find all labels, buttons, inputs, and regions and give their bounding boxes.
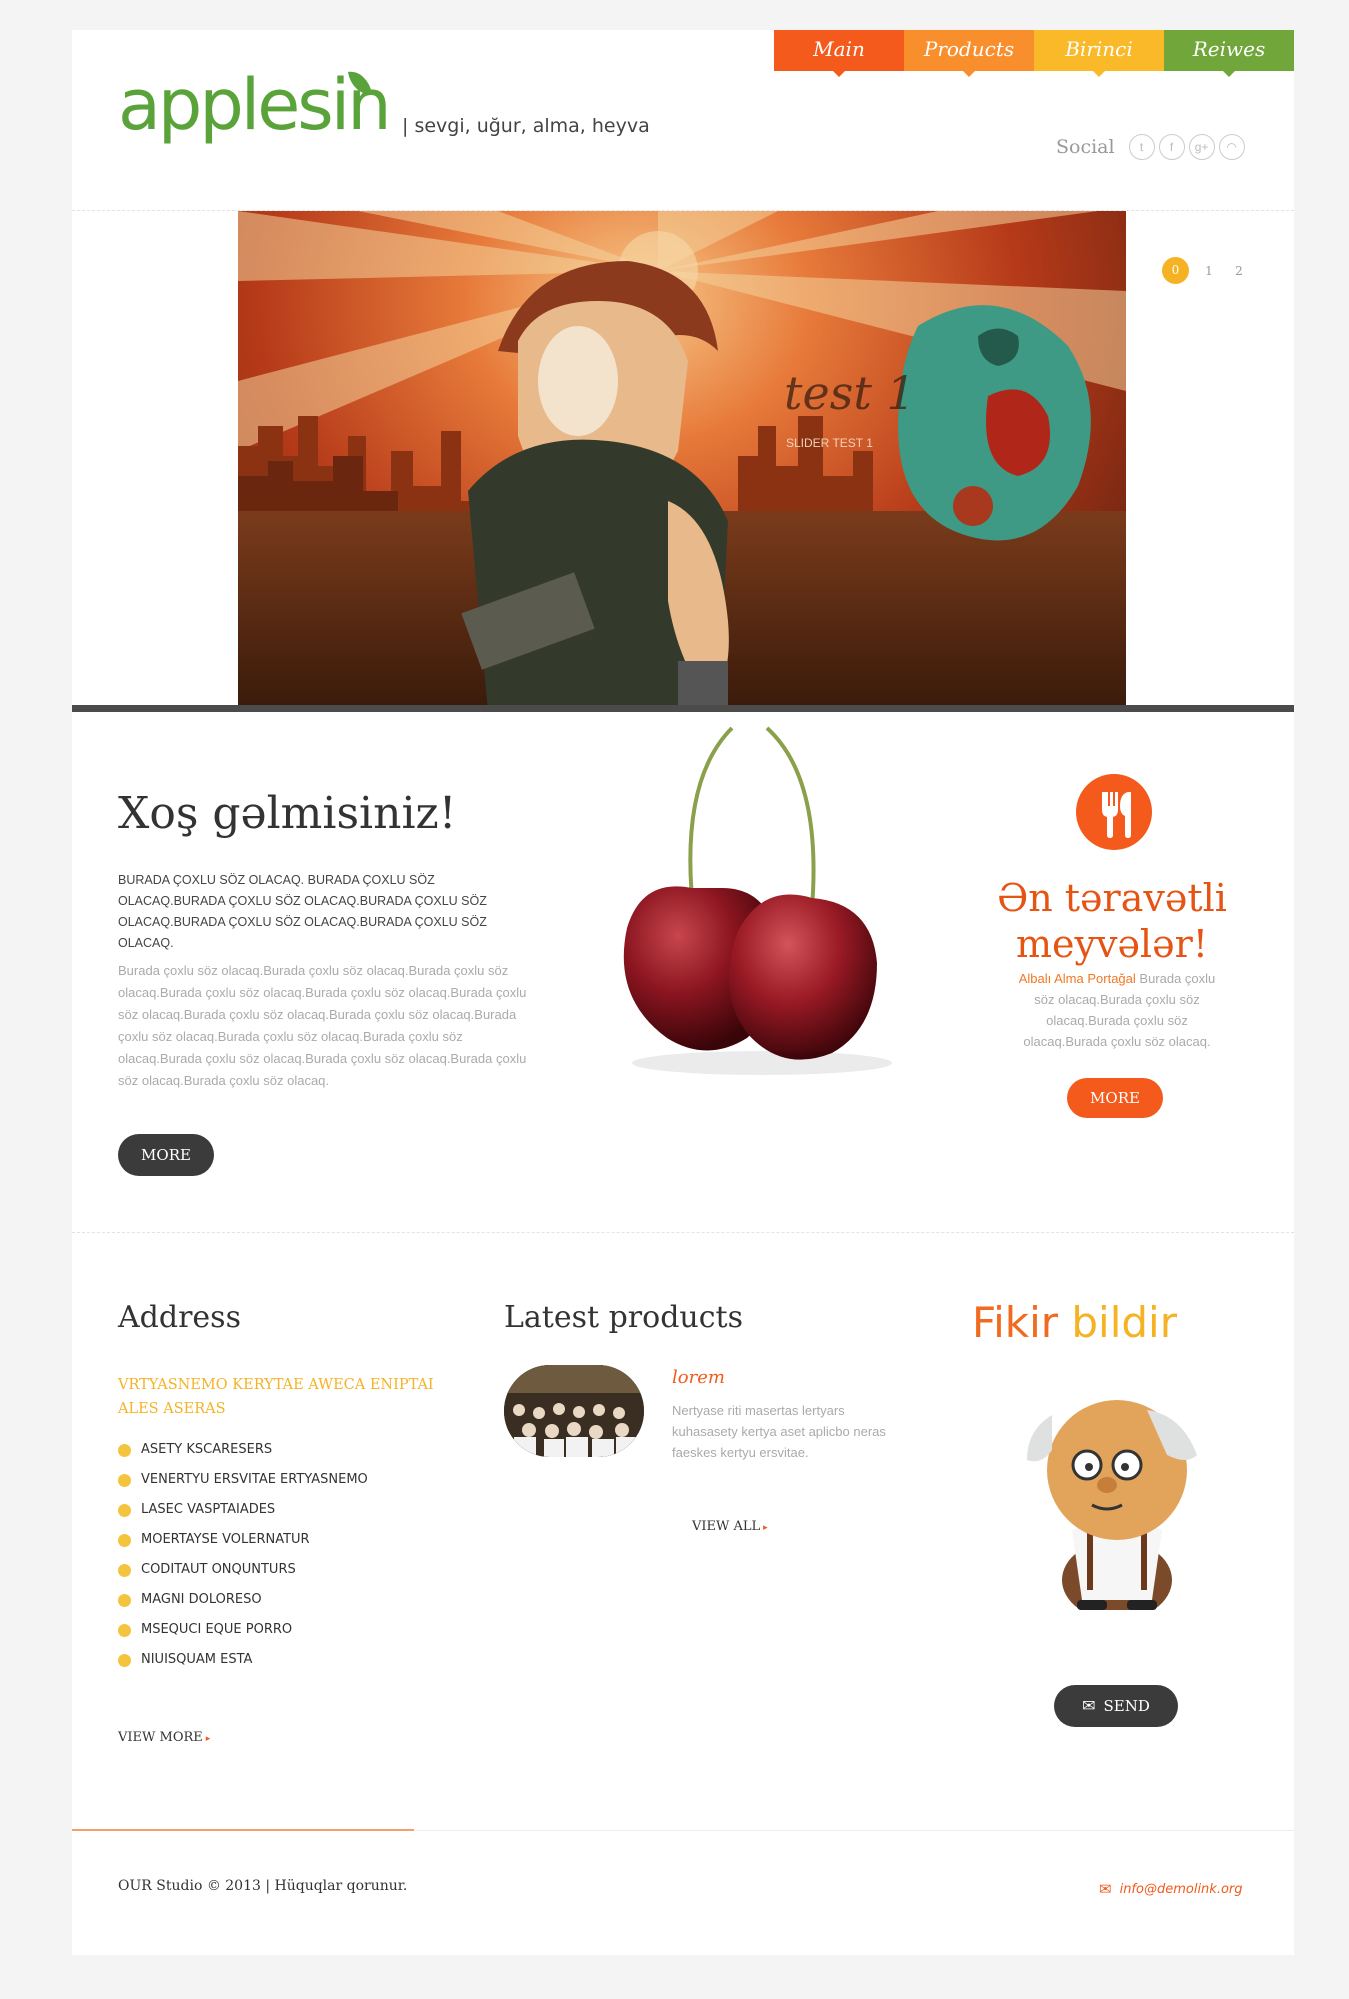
address-item: CODITAUT ONQUNTURS bbox=[118, 1555, 368, 1585]
address-item-label: LASEC VASPTAIADES bbox=[141, 1502, 276, 1517]
bullet-icon bbox=[118, 1443, 131, 1457]
address-item-label: CODITAUT ONQUNTURS bbox=[141, 1562, 296, 1577]
mail-icon: ✉ bbox=[1099, 1880, 1112, 1898]
address-item: MOERTAYSE VOLERNATUR bbox=[118, 1525, 368, 1555]
nav-item-main[interactable]: Main bbox=[774, 30, 904, 77]
bullet-icon bbox=[118, 1593, 131, 1607]
address-item-label: MOERTAYSE VOLERNATUR bbox=[141, 1532, 310, 1547]
bullet-icon bbox=[118, 1473, 131, 1487]
send-label: SEND bbox=[1103, 1697, 1150, 1715]
footer-accent-line bbox=[72, 1829, 414, 1831]
fresh-more-button[interactable]: MORE bbox=[1067, 1078, 1163, 1118]
cartoon-hero-illustration bbox=[461, 261, 729, 707]
view-all-link[interactable]: VIEW ALL ▸ bbox=[692, 1519, 768, 1534]
slider-page-2[interactable]: 2 bbox=[1229, 261, 1249, 281]
fresh-fruits-title: Ən təravətli meyvələr! bbox=[982, 875, 1242, 967]
feedback-title: Fikir bildir bbox=[972, 1298, 1177, 1347]
google-plus-icon[interactable]: g+ bbox=[1188, 134, 1215, 160]
page-container: Main Products Birinci Reiwes .nav a:nth-… bbox=[72, 30, 1294, 1955]
address-title: Address bbox=[118, 1300, 241, 1335]
fresh-title-line1: Ən təravətli bbox=[997, 876, 1227, 920]
feedback-title-part1: Fikir bbox=[972, 1298, 1059, 1347]
email-address: info@demolink.org bbox=[1119, 1881, 1243, 1897]
welcome-more-button[interactable]: MORE bbox=[118, 1134, 214, 1176]
bullet-icon bbox=[118, 1503, 131, 1517]
slide-title: test 1 bbox=[784, 366, 916, 420]
site-logo[interactable]: applesin bbox=[118, 60, 392, 150]
fresh-fruits-text: Albalı Alma Portağal Burada çoxlu söz ol… bbox=[1007, 968, 1227, 1052]
address-item-label: NIUISQUAM ESTA bbox=[141, 1652, 253, 1667]
slide-caption: SLIDER TEST 1 bbox=[786, 436, 873, 450]
send-button[interactable]: ✉ SEND bbox=[1054, 1685, 1178, 1727]
social-links: Social t f g+ ◠ bbox=[1056, 134, 1245, 160]
view-more-link[interactable]: VIEW MORE ▸ bbox=[118, 1730, 210, 1745]
bullet-icon bbox=[118, 1533, 131, 1547]
slider-page-0[interactable]: 0 bbox=[1162, 257, 1189, 284]
welcome-title: Xoş gəlmisiniz! bbox=[118, 788, 457, 839]
main-nav: Main Products Birinci Reiwes bbox=[774, 30, 1294, 77]
bullet-icon bbox=[118, 1623, 131, 1637]
address-item-label: MAGNI DOLORESO bbox=[141, 1592, 262, 1607]
address-list: ASETY KSCARESERS VENERTYU ERSVITAE ERTYA… bbox=[118, 1435, 368, 1675]
nav-item-reiwes[interactable]: Reiwes bbox=[1164, 30, 1294, 77]
envelope-icon: ✉ bbox=[1082, 1696, 1096, 1715]
arrow-right-icon: ▸ bbox=[205, 1734, 211, 1744]
view-more-label: VIEW MORE bbox=[118, 1730, 203, 1745]
product-name-link[interactable]: lorem bbox=[672, 1367, 725, 1388]
slider-bottom-bar bbox=[72, 705, 1294, 712]
cherries-image bbox=[623, 726, 892, 1075]
address-item-label: ASETY KSCARESERS bbox=[141, 1442, 273, 1457]
arrow-right-icon: ▸ bbox=[763, 1523, 768, 1533]
address-item: MAGNI DOLORESO bbox=[118, 1585, 368, 1615]
copyright-text: OUR Studio © 2013 | Hüquqlar qorunur. bbox=[118, 1878, 408, 1894]
feedback-title-part2: bildir bbox=[1071, 1298, 1177, 1347]
bullet-icon bbox=[118, 1563, 131, 1577]
email-link[interactable]: ✉ info@demolink.org bbox=[1099, 1880, 1243, 1898]
slider-page-1[interactable]: 1 bbox=[1199, 261, 1219, 281]
latest-products-title: Latest products bbox=[504, 1300, 743, 1335]
product-description: Nertyase riti masertas lertyars kuhasase… bbox=[672, 1403, 886, 1460]
content-divider bbox=[72, 1232, 1294, 1233]
social-label: Social bbox=[1056, 136, 1115, 158]
address-subtitle: VRTYASNEMO KERYTAE AWECA ENIPTAI ALES AS… bbox=[118, 1377, 434, 1417]
address-item: VENERTYU ERSVITAE ERTYASNEMO bbox=[118, 1465, 368, 1495]
site-tagline: | sevgi, uğur, alma, heyva bbox=[402, 115, 650, 137]
product-thumbnail[interactable] bbox=[504, 1365, 644, 1457]
twitter-icon[interactable]: t bbox=[1128, 134, 1155, 160]
address-item: ASETY KSCARESERS bbox=[118, 1435, 368, 1465]
nav-item-birinci[interactable]: Birinci bbox=[1034, 30, 1164, 77]
facebook-icon[interactable]: f bbox=[1158, 134, 1185, 160]
green-monster-illustration bbox=[898, 305, 1091, 541]
welcome-intro-text: BURADA ÇOXLU SÖZ OLACAQ. BURADA ÇOXLU SÖ… bbox=[118, 873, 487, 950]
address-item: NIUISQUAM ESTA bbox=[118, 1645, 368, 1675]
address-item-label: VENERTYU ERSVITAE ERTYASNEMO bbox=[141, 1472, 368, 1487]
bullet-icon bbox=[118, 1653, 131, 1667]
rss-icon[interactable]: ◠ bbox=[1218, 134, 1245, 160]
fresh-title-line2: meyvələr! bbox=[1015, 922, 1209, 966]
view-all-label: VIEW ALL bbox=[692, 1519, 761, 1534]
address-item-label: MSEQUCI EQUE PORRO bbox=[141, 1622, 293, 1637]
fruit-names-highlight: Albalı Alma Portağal bbox=[1018, 971, 1136, 986]
welcome-body-text: Burada çoxlu söz olacaq.Burada çoxlu söz… bbox=[118, 963, 527, 1088]
old-man-cartoon bbox=[1027, 1400, 1197, 1610]
fork-spoon-icon bbox=[1076, 774, 1152, 850]
slider-pagination: 0 1 2 bbox=[1162, 257, 1249, 284]
address-item: MSEQUCI EQUE PORRO bbox=[118, 1615, 368, 1645]
hero-slider[interactable]: test 1 SLIDER TEST 1 bbox=[238, 211, 1126, 707]
nav-item-products[interactable]: Products bbox=[904, 30, 1034, 77]
address-item: LASEC VASPTAIADES bbox=[118, 1495, 368, 1525]
